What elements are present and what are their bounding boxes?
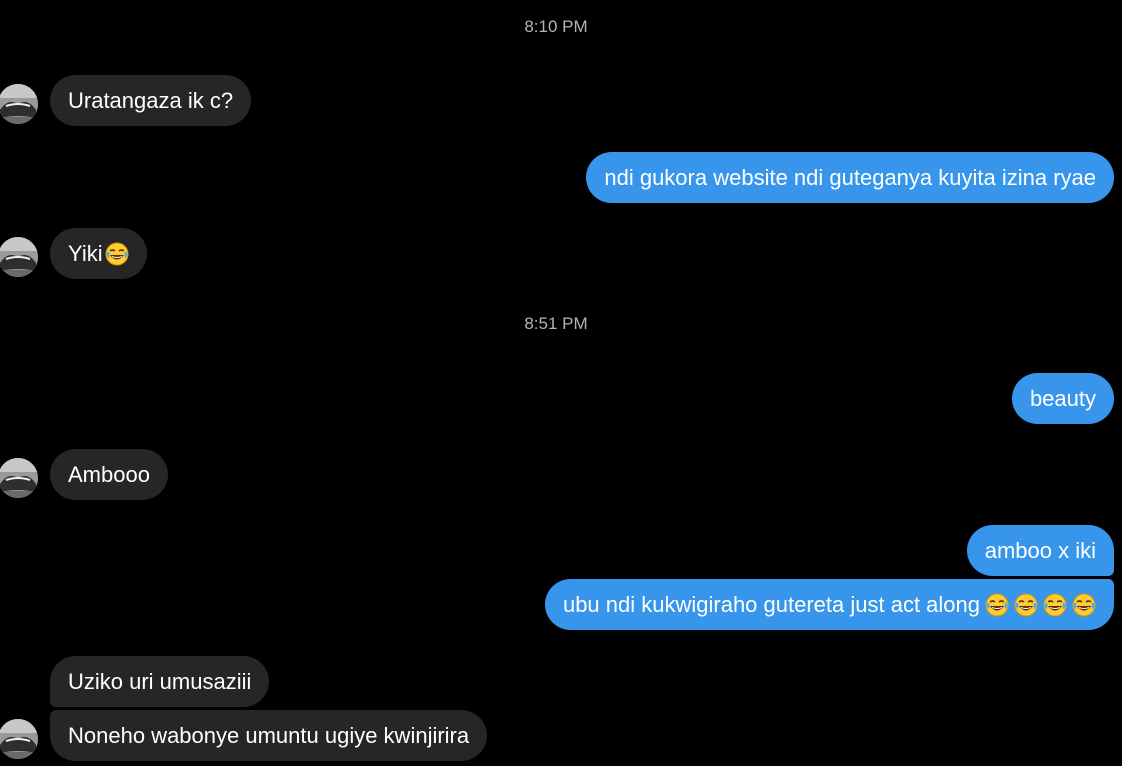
face-with-tears-of-joy-icon: [105, 242, 129, 266]
incoming-message[interactable]: Uziko uri umusaziii: [50, 656, 270, 707]
face-with-tears-of-joy-icon: [985, 593, 1009, 617]
outgoing-message[interactable]: amboo x iki: [966, 525, 1114, 576]
face-with-tears-of-joy-icon: [1072, 593, 1096, 617]
message-text: Ambooo: [68, 462, 150, 487]
incoming-message[interactable]: Noneho wabonye umuntu ugiye kwinjirira: [50, 710, 488, 761]
message-text: Uratangaza ik c?: [68, 88, 234, 113]
face-with-tears-of-joy-icon: [1043, 593, 1067, 617]
contact-avatar[interactable]: [0, 84, 38, 124]
chat-thread: 8:10 PM Uratangaza ik c? ndi gukora webs…: [0, 0, 1122, 766]
contact-avatar[interactable]: [0, 719, 38, 759]
message-text: Noneho wabonye umuntu ugiye kwinjirira: [68, 723, 470, 748]
message-text: Yiki: [68, 241, 103, 266]
message-text: beauty: [1029, 386, 1096, 411]
incoming-message[interactable]: Yiki: [50, 228, 147, 279]
timestamp: 8:51 PM: [524, 314, 588, 333]
message-text: ndi gukora website ndi guteganya kuyita …: [604, 165, 1096, 190]
outgoing-message[interactable]: ubu ndi kukwigiraho gutereta just act al…: [544, 579, 1114, 630]
message-text: Uziko uri umusaziii: [68, 669, 252, 694]
outgoing-message[interactable]: ndi gukora website ndi guteganya kuyita …: [586, 152, 1114, 203]
message-text: ubu ndi kukwigiraho gutereta just act al…: [562, 592, 980, 617]
incoming-message[interactable]: Uratangaza ik c?: [50, 75, 252, 126]
face-with-tears-of-joy-icon: [1014, 593, 1038, 617]
outgoing-message[interactable]: beauty: [1011, 373, 1114, 424]
incoming-message[interactable]: Ambooo: [50, 449, 168, 500]
contact-avatar[interactable]: [0, 237, 38, 277]
timestamp: 8:10 PM: [524, 17, 588, 36]
message-text: amboo x iki: [984, 538, 1096, 563]
contact-avatar[interactable]: [0, 458, 38, 498]
